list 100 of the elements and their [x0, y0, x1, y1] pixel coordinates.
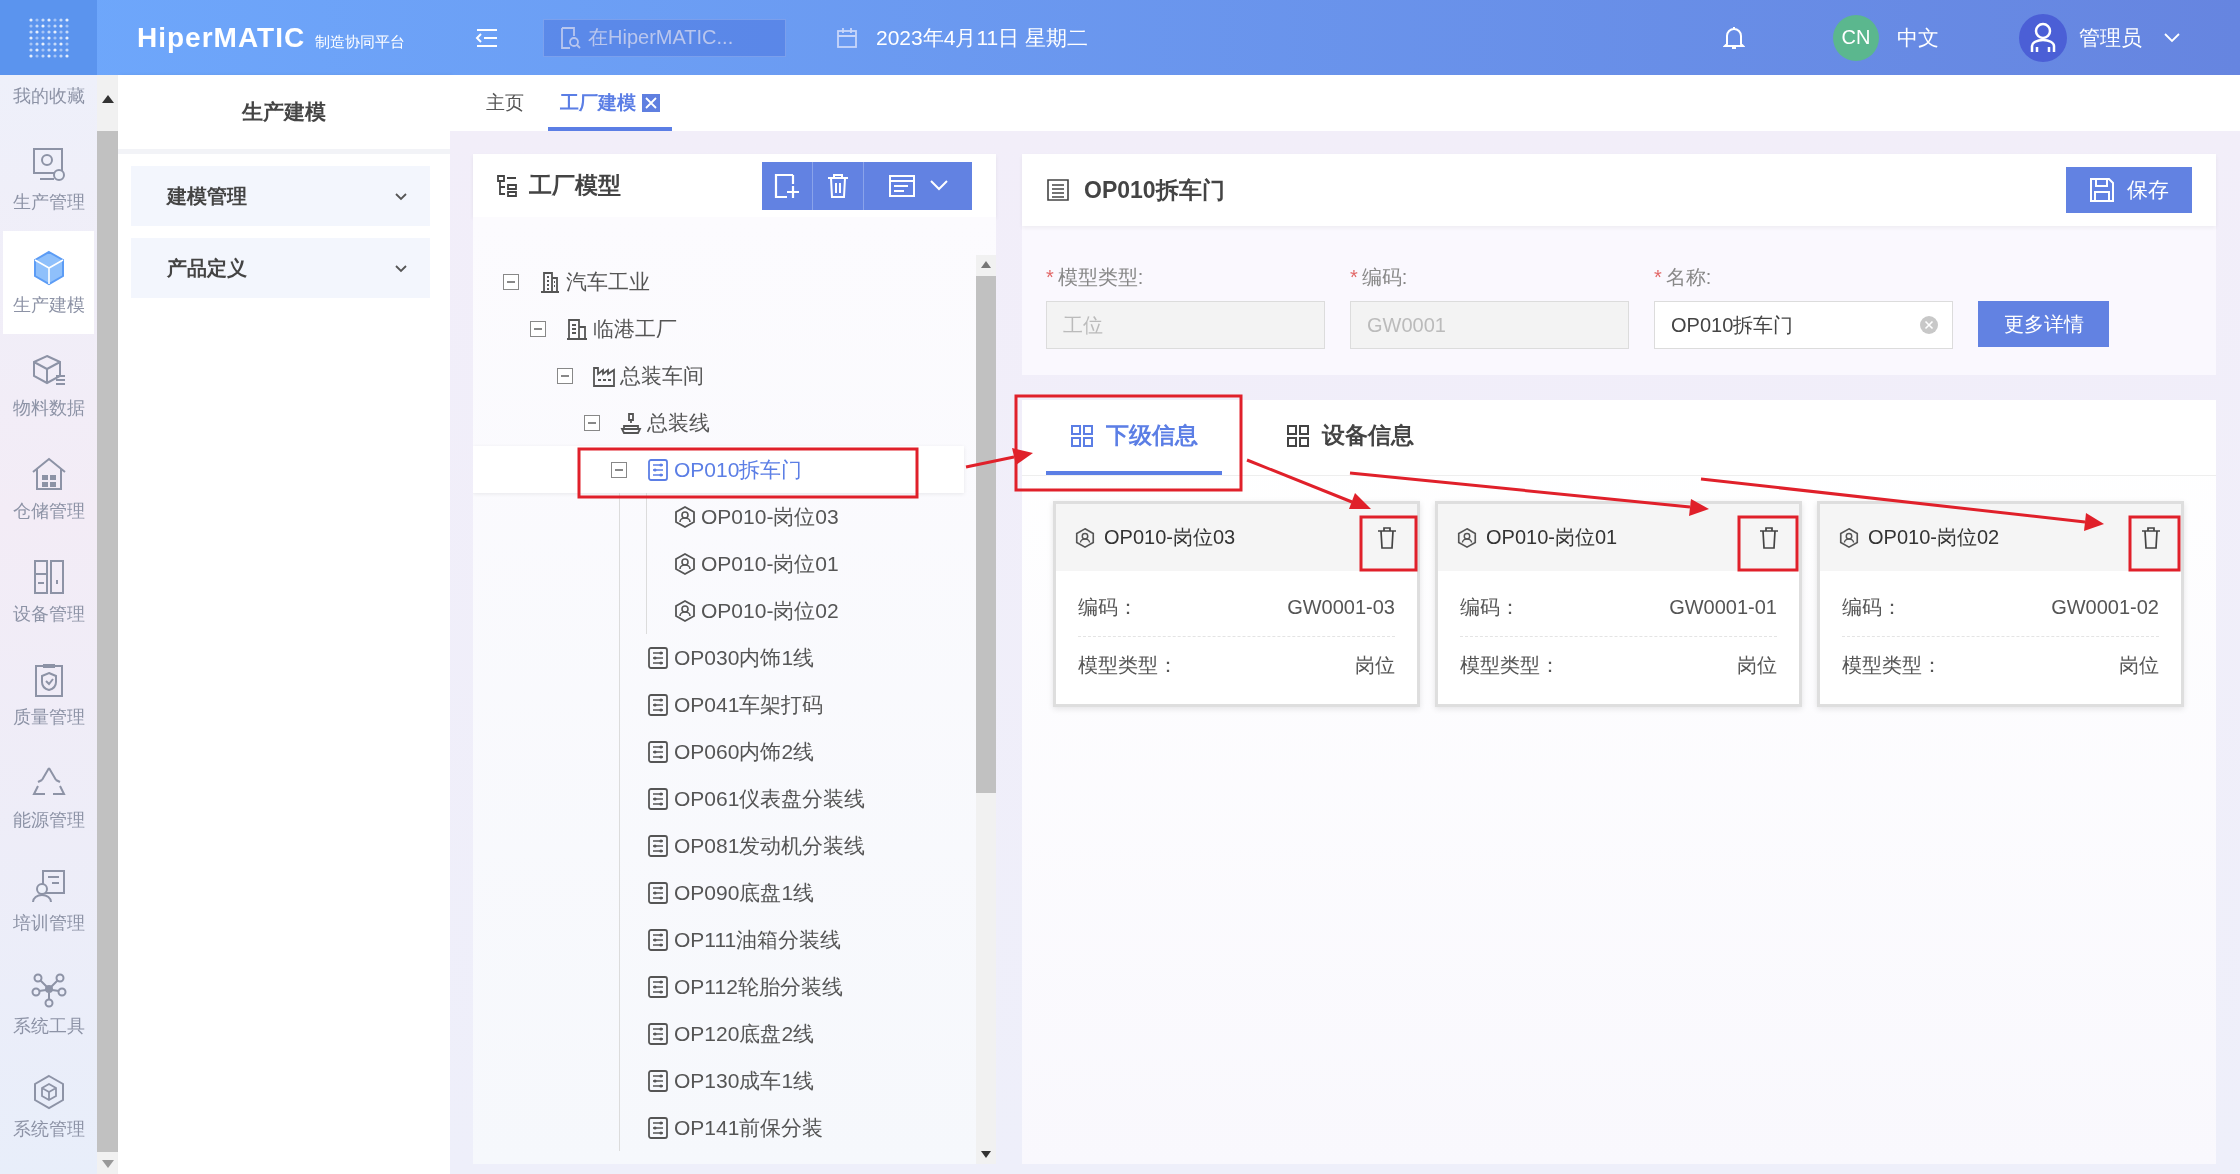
- tree-node[interactable]: OP010-岗位03: [665, 502, 839, 531]
- field-label: 编码：: [1078, 595, 1138, 620]
- scrollbar[interactable]: [976, 255, 996, 1164]
- user-shield-icon: [1074, 526, 1096, 549]
- tree-node[interactable]: 临港工厂: [557, 314, 677, 343]
- tree-node[interactable]: 总装线: [611, 408, 710, 437]
- trash-icon[interactable]: [2141, 526, 2161, 549]
- highlight-box: [2128, 515, 2181, 572]
- card-title: OP010-岗位01: [1486, 525, 1618, 550]
- building-icon: [538, 269, 562, 294]
- grid-icon: [1286, 423, 1310, 448]
- list-icon: [646, 1068, 670, 1093]
- bell-icon[interactable]: [1723, 24, 1745, 51]
- date-text: 2023年4月11日 星期二: [876, 24, 1089, 51]
- tree-node[interactable]: OP130成车1线: [638, 1066, 815, 1095]
- annotation-arrow: [965, 448, 1033, 469]
- search-field[interactable]: 在HiperMATIC...: [543, 18, 786, 57]
- required-mark: *: [1046, 266, 1054, 288]
- field-label: 名称:: [1665, 266, 1712, 288]
- add-node-icon: [773, 171, 801, 200]
- field-label: 编码：: [1842, 595, 1902, 620]
- tree-node[interactable]: 总装车间: [584, 361, 704, 390]
- panel-title: OP010拆车门: [1084, 175, 1225, 205]
- tree-node[interactable]: OP010-岗位01: [665, 549, 839, 578]
- search-icon: [559, 25, 581, 50]
- user-shield-icon: [673, 504, 697, 529]
- list-icon: [646, 1021, 670, 1046]
- list-icon: [646, 457, 670, 482]
- tree-structure-icon: [495, 173, 519, 198]
- form-icon: [888, 173, 916, 198]
- collapse-icon[interactable]: [611, 461, 627, 478]
- trash-icon[interactable]: [1759, 526, 1779, 549]
- required-mark: *: [1654, 266, 1662, 288]
- list-icon: [646, 1115, 670, 1140]
- section-tab[interactable]: 下级信息: [1046, 400, 1222, 475]
- tree-node[interactable]: OP081发动机分装线: [638, 831, 866, 860]
- section-tab[interactable]: 设备信息: [1262, 400, 1438, 475]
- chevron-down-icon[interactable]: [2164, 32, 2180, 43]
- menu-icon[interactable]: [475, 27, 499, 48]
- card-title: OP010-岗位02: [1868, 525, 2000, 550]
- collapse-icon[interactable]: [530, 320, 546, 337]
- brand-logo-text: HiperMATIC: [137, 21, 306, 54]
- grid-icon: [1070, 423, 1094, 448]
- field-label: 编码：: [1460, 595, 1520, 620]
- collapse-icon[interactable]: [557, 367, 573, 384]
- tree-node[interactable]: OP030内饰1线: [638, 643, 815, 672]
- save-button[interactable]: 保存: [2066, 167, 2192, 213]
- list-icon: [646, 692, 670, 717]
- scrollbar[interactable]: [97, 75, 118, 1174]
- chevron-down-icon: [930, 180, 948, 191]
- field-value: 岗位: [1737, 653, 1777, 678]
- tree-node[interactable]: OP141前保分装: [638, 1113, 824, 1142]
- menu-section[interactable]: 产品定义: [131, 238, 430, 298]
- required-mark: *: [1350, 266, 1358, 288]
- tree-node[interactable]: OP120底盘2线: [638, 1019, 815, 1048]
- field-label: 模型类型:: [1057, 266, 1144, 288]
- tree-node[interactable]: OP090底盘1线: [638, 878, 815, 907]
- close-icon[interactable]: [642, 94, 660, 112]
- tree-node[interactable]: OP061仪表盘分装线: [638, 784, 866, 813]
- conveyor-icon: [619, 410, 643, 435]
- office-icon: [565, 316, 589, 341]
- tree-node[interactable]: OP010-岗位02: [665, 596, 839, 625]
- highlight-box: [1359, 515, 1418, 572]
- menu-section[interactable]: 建模管理: [131, 166, 430, 226]
- tree-node[interactable]: OP112轮胎分装线: [638, 972, 843, 1001]
- list-icon: [646, 786, 670, 811]
- user-shield-icon: [1838, 526, 1860, 549]
- tree-node[interactable]: 汽车工业: [530, 267, 650, 296]
- collapse-icon[interactable]: [584, 414, 600, 431]
- calendar-icon: [836, 26, 858, 49]
- field-label: 模型类型：: [1078, 653, 1178, 678]
- field-value: 岗位: [2119, 653, 2159, 678]
- list-icon: [646, 880, 670, 905]
- section-label: 产品定义: [167, 255, 248, 281]
- field-label: 模型类型：: [1842, 653, 1942, 678]
- list-icon: [646, 645, 670, 670]
- user-shield-icon: [673, 598, 697, 623]
- field-label: 编码:: [1361, 266, 1408, 288]
- document-icon: [1046, 178, 1070, 202]
- input-field[interactable]: OP010拆车门: [1654, 301, 1953, 349]
- highlight-box: [1737, 515, 1799, 572]
- tree-node[interactable]: OP111油箱分装线: [638, 925, 842, 954]
- tree-node[interactable]: OP041车架打码: [638, 690, 824, 719]
- user-shield-icon: [1456, 526, 1478, 549]
- page-tab[interactable]: 主页: [474, 79, 536, 131]
- more-details-button[interactable]: 更多详情: [1978, 301, 2109, 347]
- tree-node[interactable]: OP060内饰2线: [638, 737, 815, 766]
- brand-subtitle: 制造协同平台: [315, 32, 406, 52]
- trash-icon: [826, 172, 850, 199]
- user-shield-icon: [673, 551, 697, 576]
- avatar-icon[interactable]: [2019, 13, 2067, 62]
- panel-title: 工厂模型: [529, 171, 621, 200]
- trash-icon[interactable]: [1377, 526, 1397, 549]
- field-value: GW0001-01: [1669, 596, 1777, 619]
- field-label: 模型类型：: [1460, 653, 1560, 678]
- card-title: OP010-岗位03: [1104, 525, 1236, 550]
- collapse-icon[interactable]: [503, 273, 519, 290]
- section-label: 建模管理: [167, 183, 248, 209]
- field-value: GW0001-02: [2051, 596, 2159, 619]
- list-icon: [646, 739, 670, 764]
